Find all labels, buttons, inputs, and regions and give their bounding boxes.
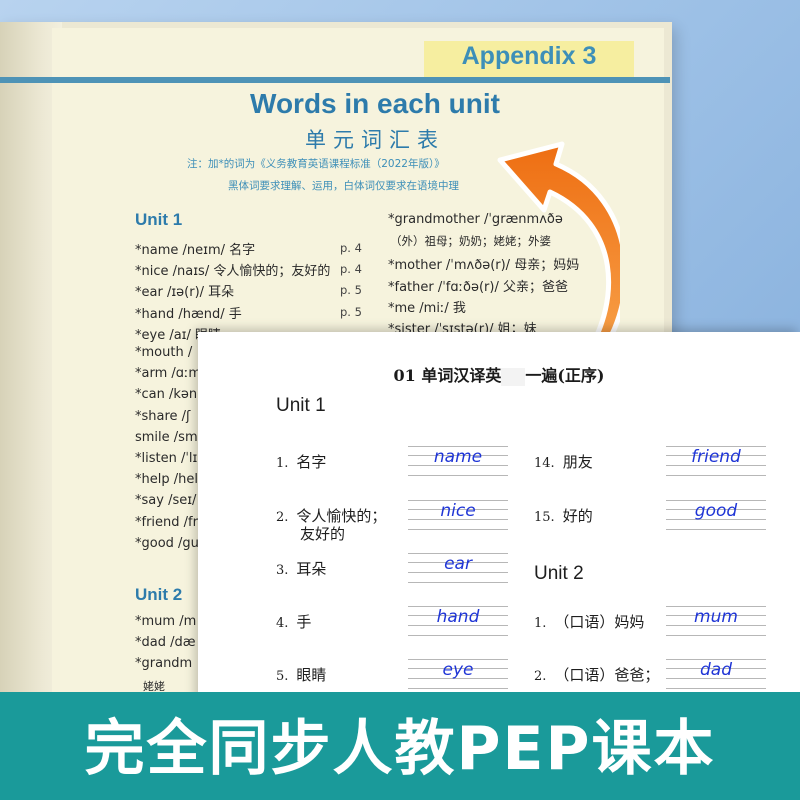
page-ref: p. 4: [340, 262, 362, 277]
worksheet-title-right: 一遍(正序): [525, 366, 605, 385]
worksheet-title: 01 单词汉译英 一遍(正序): [198, 362, 800, 386]
exercise-number: 4.: [276, 616, 289, 631]
vocab-entry: *good /gu: [135, 535, 199, 551]
worksheet-unit-1: Unit 1: [276, 395, 326, 416]
vocab-entry: *can /kən,: [135, 387, 202, 403]
answer-word: dad: [700, 660, 732, 680]
vocab-entry: *grandm: [135, 656, 193, 672]
exercise-number: 1.: [276, 456, 289, 471]
chinese-word: （口语）妈妈: [554, 613, 645, 631]
page-subtitle: 单元词汇表: [305, 128, 445, 152]
chinese-word: 眼睛: [296, 666, 327, 684]
answer-word: hand: [436, 607, 480, 627]
vocab-entry: *nice /naɪs/ 令人愉快的；友好的: [135, 264, 331, 280]
page-ref: p. 4: [340, 241, 362, 255]
chinese-word: 名字: [296, 453, 327, 471]
exercise-number: 2.: [276, 510, 289, 525]
worksheet-unit-2: Unit 2: [534, 563, 584, 584]
unit-1-heading: Unit 1: [135, 210, 183, 229]
chinese-word: 耳朵: [296, 560, 327, 578]
exercise-prompt: 1. （口语）妈妈: [534, 613, 644, 633]
chinese-word-cont: 友好的: [300, 525, 346, 543]
exercise-number: 2.: [534, 669, 547, 684]
note-line-2: 黑体词要求理解、运用，白体词仅要求在语境中理: [228, 180, 459, 192]
exercise-prompt: 4. 手: [276, 613, 311, 633]
appendix-label: Appendix 3: [461, 42, 597, 70]
answer-word: ear: [444, 554, 472, 574]
answer-word: eye: [442, 660, 474, 680]
vocab-entry: *name /neɪm/ 名字: [135, 243, 256, 258]
curved-arrow-icon: [497, 141, 620, 359]
exercise-prompt: 2. 令人愉快的；: [276, 507, 386, 527]
exercise-prompt: 5. 眼睛: [276, 666, 326, 686]
vocab-entry: *ear /ɪə(r)/ 耳朵: [135, 285, 235, 301]
vocab-entry: *say /seɪ/: [135, 493, 197, 509]
chinese-word: 好的: [562, 507, 593, 525]
page-ref: p. 5: [340, 283, 362, 298]
vocab-entry: *me /miː/ 我: [388, 300, 466, 316]
title-gap: [501, 367, 526, 386]
exercise-prompt: 2. （口语）爸爸；: [534, 666, 659, 686]
worksheet-title-left: 01 单词汉译英: [393, 366, 502, 385]
vocab-entry: *mum /m: [135, 614, 197, 629]
exercise-prompt: 3. 耳朵: [276, 560, 326, 580]
vocab-entry: *friend /fr: [135, 514, 198, 530]
vocab-entry: *share /ʃ: [135, 408, 191, 424]
vocab-entry: *arm /ɑːm: [135, 366, 202, 382]
chinese-word: 朋友: [562, 453, 593, 471]
page-ref: p. 5: [340, 304, 362, 319]
note-line-1: 注：加*的词为《义务教育英语课程标准（2022年版）》: [187, 158, 445, 170]
chinese-word: 手: [296, 613, 312, 631]
page-title: Words in each unit: [250, 88, 500, 119]
answer-word: nice: [440, 501, 476, 521]
answer-word: friend: [691, 447, 741, 467]
exercise-prompt: 1. 名字: [276, 453, 326, 473]
answer-word: good: [694, 501, 738, 521]
exercise-prompt: 14. 朋友: [534, 453, 593, 473]
chinese-word: （口语）爸爸；: [554, 666, 660, 684]
vocab-entry: *hand /hænd/ 手: [135, 306, 242, 322]
chinese-word: 令人愉快的；: [296, 507, 387, 525]
answer-word: name: [433, 447, 483, 467]
banner-text: 完全同步人教PEP课本: [84, 714, 716, 784]
vocab-entry: *help /hel: [135, 472, 198, 488]
exercise-prompt: 15. 好的: [534, 507, 593, 527]
exercise-number: 14.: [534, 456, 555, 471]
exercise-number: 5.: [276, 669, 289, 684]
exercise-number: 1.: [534, 616, 547, 631]
vocab-entry: smile /sm: [135, 429, 198, 445]
exercise-number: 15.: [534, 510, 555, 525]
vocab-entry: *dad /dæ: [135, 635, 196, 651]
unit-2-heading: Unit 2: [135, 585, 183, 604]
answer-word: mum: [694, 607, 738, 627]
exercise-number: 3.: [276, 563, 289, 578]
vocab-entry: *listen /ˈlɪ: [135, 451, 198, 466]
vocab-entry: *mouth /: [135, 345, 193, 360]
appendix-divider: [0, 77, 670, 83]
